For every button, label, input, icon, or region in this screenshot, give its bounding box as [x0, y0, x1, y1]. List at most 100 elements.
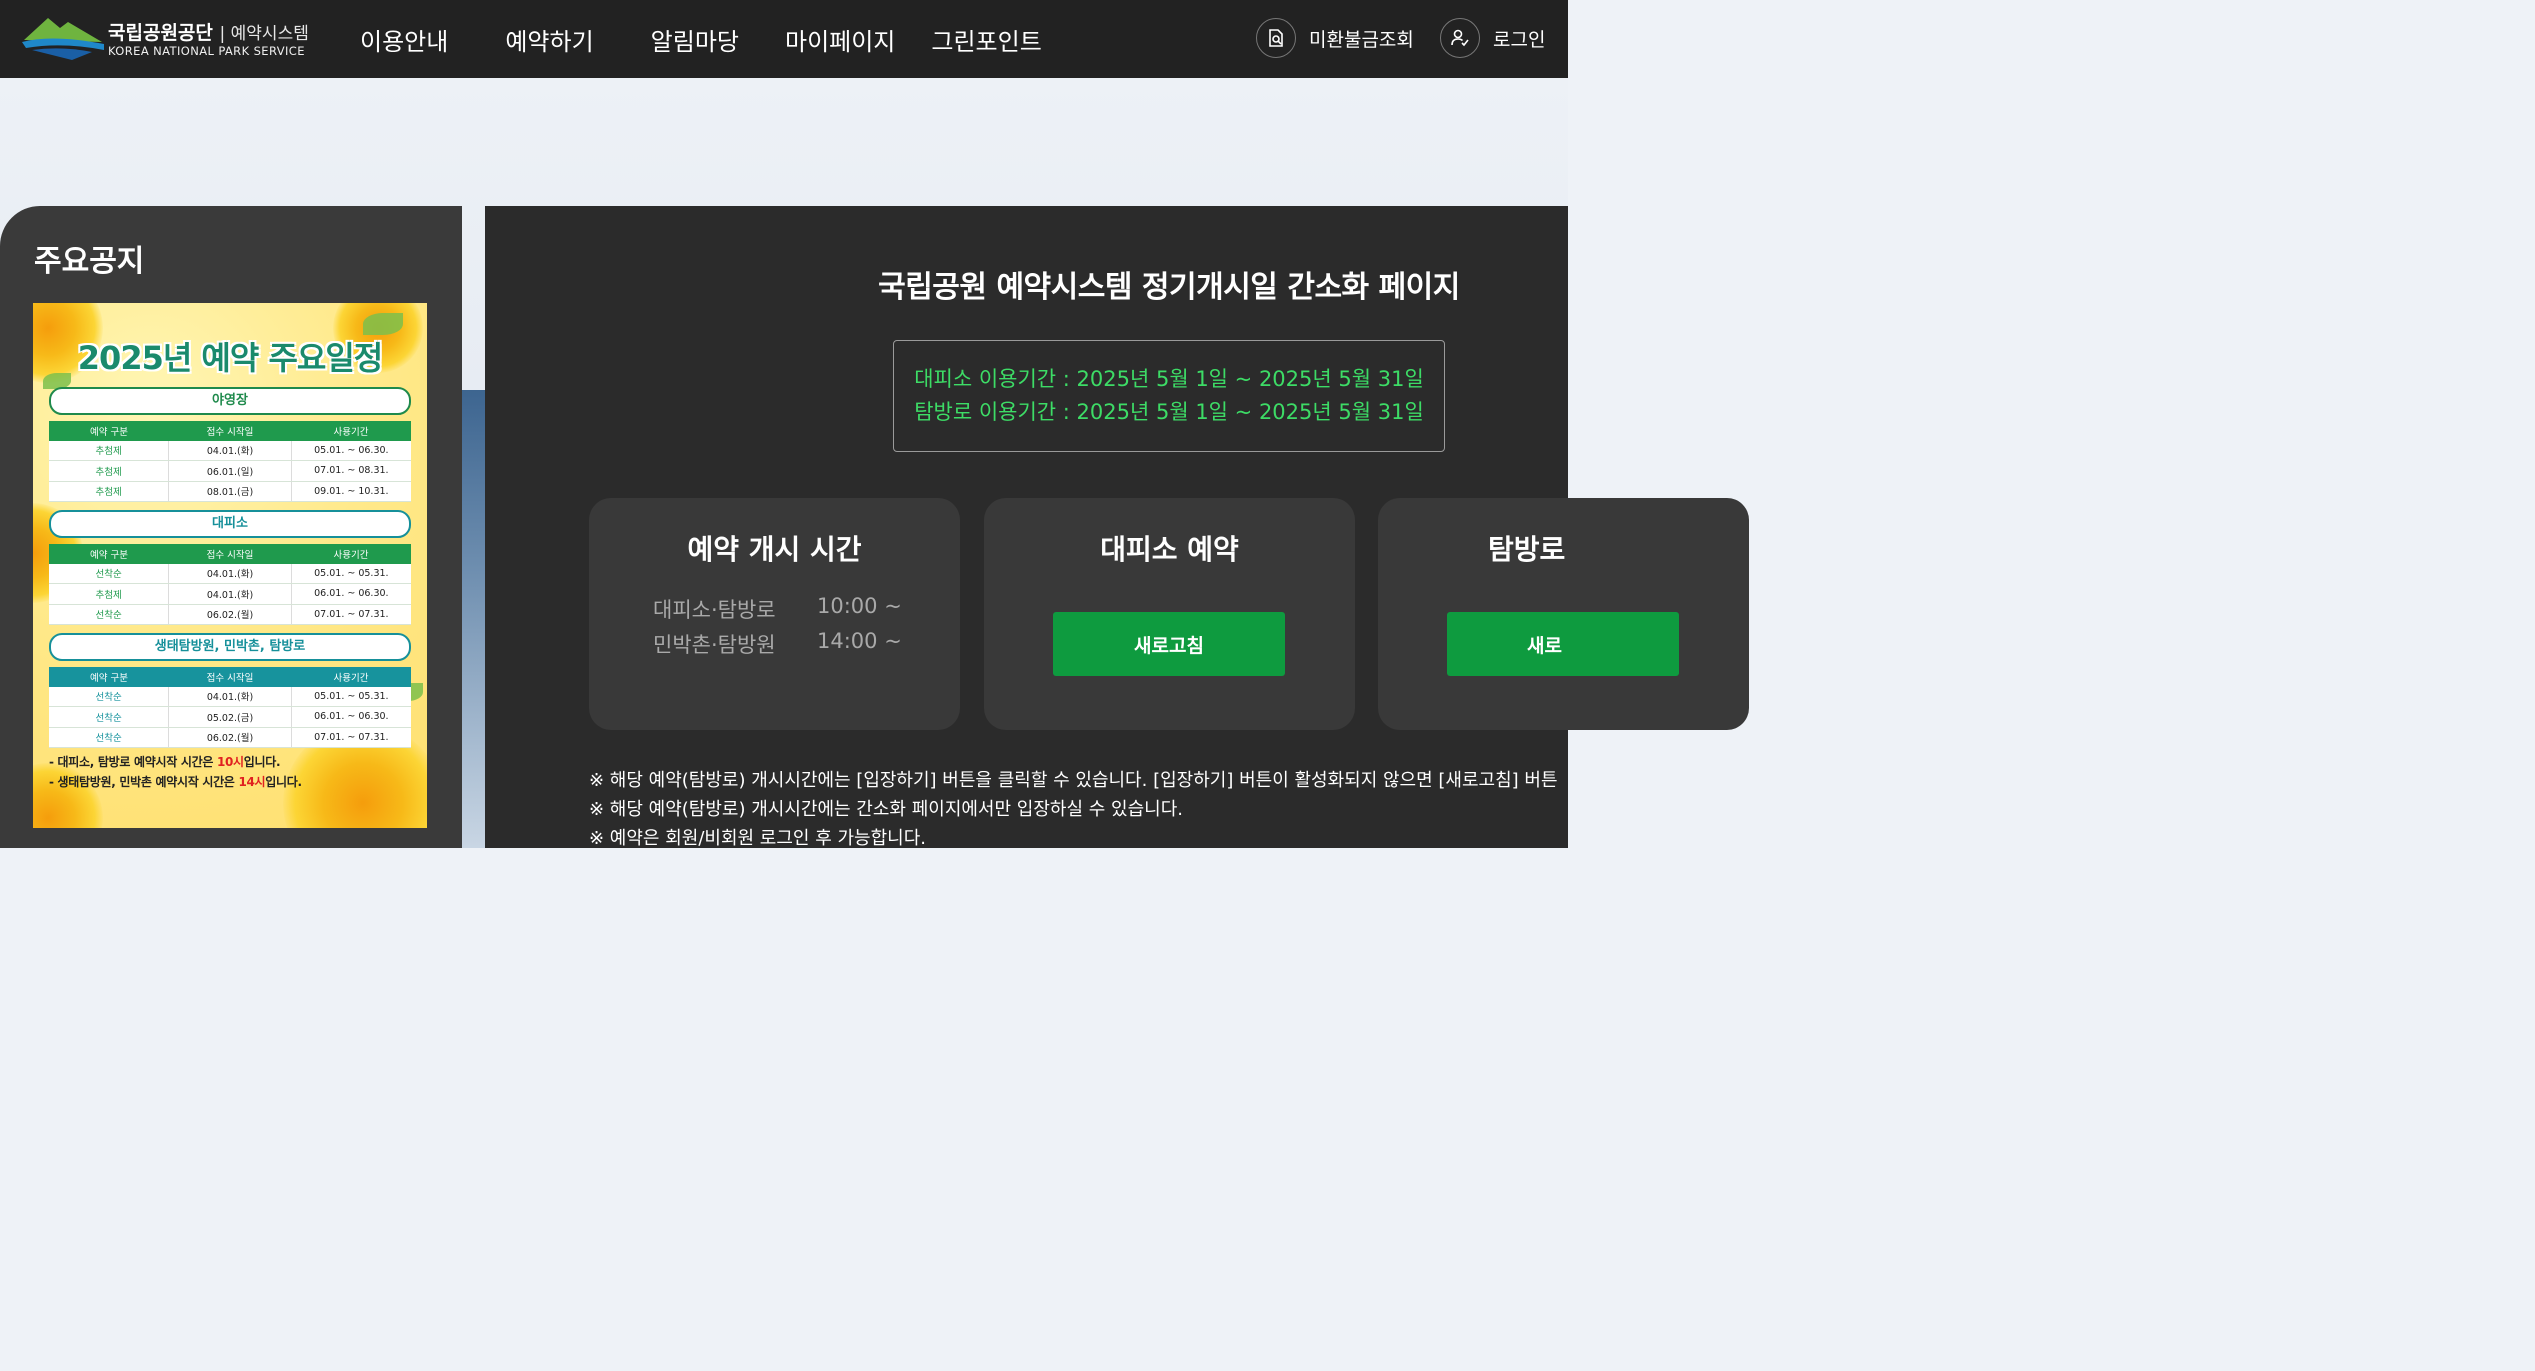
open-time-label: 대피소·탐방로	[653, 598, 776, 622]
header-cell: 접수 시작일	[206, 426, 254, 438]
cell: 06.01. ~ 06.30.	[314, 588, 389, 600]
shelter-period: 대피소 이용기간 : 2025년 5월 1일 ~ 2025년 5월 31일	[914, 367, 1424, 391]
header-cell: 사용기간	[333, 426, 369, 438]
main-nav: 이용안내 예약하기 알림마당 마이페이지 그린포인트	[340, 0, 1042, 78]
section-label: 생태탐방원, 민박촌, 탐방로	[49, 633, 411, 661]
logo[interactable]: 국립공원공단 | 예약시스템 KOREA NATIONAL PARK SERVI…	[22, 12, 322, 64]
open-time-title: 예약 개시 시간	[687, 533, 862, 566]
nav-reservation[interactable]: 예약하기	[505, 22, 593, 57]
notice-panel: 주요공지 2025년 예약 주요일정 야영장 예약 구분 접수 시작일 사용기간…	[0, 206, 462, 848]
header-cell: 접수 시작일	[206, 672, 254, 684]
cell: 06.01.(일)	[168, 461, 292, 481]
trail-reservation-card: 탐방로 새로	[1378, 498, 1749, 730]
note-text: 입니다.	[265, 775, 302, 789]
table-row: 선착순 05.02.(금) 06.01. ~ 06.30.	[49, 707, 411, 728]
cell: 05.02.(금)	[168, 707, 292, 727]
nav-guide[interactable]: 이용안내	[360, 22, 448, 57]
shelter-refresh-button[interactable]: 새로고침	[1053, 612, 1285, 676]
table-header: 예약 구분 접수 시작일 사용기간	[49, 667, 411, 687]
user-check-icon	[1440, 18, 1480, 58]
note-highlight: 10시	[216, 755, 244, 769]
nav-notice-board[interactable]: 알림마당	[651, 22, 739, 57]
cell: 추첨제	[95, 466, 122, 478]
unpaid-refund-lookup-button[interactable]: 미환불금조회	[1256, 16, 1414, 60]
table-row: 추첨제 06.01.(일) 07.01. ~ 08.31.	[49, 461, 411, 482]
trail-period: 탐방로 이용기간 : 2025년 5월 1일 ~ 2025년 5월 31일	[914, 400, 1424, 424]
login-label: 로그인	[1493, 28, 1546, 51]
cell: 09.01. ~ 10.31.	[314, 485, 389, 497]
cell: 04.01.(화)	[168, 563, 292, 583]
logo-title: 국립공원공단	[108, 22, 213, 44]
cell: 추첨제	[95, 487, 122, 499]
cell: 선착순	[95, 712, 122, 724]
trail-reservation-title: 탐방로	[1488, 533, 1566, 566]
page-title: 국립공원 예약시스템 정기개시일 간소화 페이지	[878, 270, 1460, 305]
table-row: 선착순 04.01.(화) 05.01. ~ 05.31.	[49, 686, 411, 707]
nav-greenpoint[interactable]: 그린포인트	[931, 22, 1041, 57]
schedule-table-shelter: 대피소 예약 구분 접수 시작일 사용기간 선착순 04.01.(화) 05.0…	[49, 510, 411, 625]
cell: 추첨제	[95, 446, 122, 458]
header-cell: 사용기간	[333, 672, 369, 684]
notice-title: 주요공지	[34, 244, 145, 279]
logo-subtitle: 예약시스템	[230, 24, 309, 44]
section-label: 야영장	[49, 387, 411, 415]
cell: 선착순	[95, 610, 122, 622]
note-highlight: 14시	[238, 775, 266, 789]
note-line: ※ 예약은 회원/비회원 로그인 후 가능합니다.	[589, 828, 926, 849]
note-line: ※ 해당 예약(탐방로) 개시시간에는 [입장하기] 버튼을 클릭할 수 있습니…	[589, 770, 1558, 791]
cell: 07.01. ~ 08.31.	[314, 465, 389, 477]
cell: 05.01. ~ 06.30.	[314, 444, 389, 456]
cell: 04.01.(화)	[168, 584, 292, 604]
table-row: 추첨제 04.01.(화) 05.01. ~ 06.30.	[49, 440, 411, 461]
mountain-logo-icon	[22, 18, 104, 60]
leaf-decoration	[363, 313, 403, 335]
schedule-table-campground: 야영장 예약 구분 접수 시작일 사용기간 추첨제 04.01.(화) 05.0…	[49, 387, 411, 502]
open-time-label: 민박촌·탐방원	[653, 633, 776, 657]
cell: 06.02.(월)	[168, 727, 292, 747]
table-row: 추첨제 08.01.(금) 09.01. ~ 10.31.	[49, 481, 411, 502]
logo-english: KOREA NATIONAL PARK SERVICE	[108, 44, 305, 58]
notice-notes: ※ 해당 예약(탐방로) 개시시간에는 [입장하기] 버튼을 클릭할 수 있습니…	[589, 766, 1558, 853]
simplified-reservation-panel: 국립공원 예약시스템 정기개시일 간소화 페이지 대피소 이용기간 : 2025…	[485, 206, 1749, 849]
document-search-icon	[1256, 18, 1296, 58]
cell: 05.01. ~ 05.31.	[314, 567, 389, 579]
cell: 선착순	[95, 569, 122, 581]
cell: 04.01.(화)	[168, 440, 292, 460]
login-button[interactable]: 로그인	[1440, 16, 1545, 60]
cell: 07.01. ~ 07.31.	[314, 608, 389, 620]
schedule-poster[interactable]: 2025년 예약 주요일정 야영장 예약 구분 접수 시작일 사용기간 추첨제 …	[33, 303, 427, 828]
cell: 05.01. ~ 05.31.	[314, 690, 389, 702]
table-header: 예약 구분 접수 시작일 사용기간	[49, 421, 411, 441]
shelter-reservation-title: 대피소 예약	[1100, 533, 1239, 566]
open-time-value: 14:00 ~	[817, 629, 902, 653]
table-row: 선착순 06.02.(월) 07.01. ~ 07.31.	[49, 604, 411, 625]
note-line: ※ 해당 예약(탐방로) 개시시간에는 간소화 페이지에서만 입장하실 수 있습…	[589, 799, 1183, 820]
top-header: 국립공원공단 | 예약시스템 KOREA NATIONAL PARK SERVI…	[0, 0, 1568, 78]
poster-note: - 대피소, 탐방로 예약시작 시간은 10시입니다.	[49, 753, 409, 770]
poster-title: 2025년 예약 주요일정	[77, 339, 383, 377]
section-label: 대피소	[49, 510, 411, 538]
cell: 선착순	[95, 692, 122, 704]
table-row: 선착순 06.02.(월) 07.01. ~ 07.31.	[49, 727, 411, 748]
trail-refresh-button[interactable]: 새로	[1447, 612, 1679, 676]
open-time-value: 10:00 ~	[817, 594, 902, 618]
poster-note: - 생태탐방원, 민박촌 예약시작 시간은 14시입니다.	[49, 773, 409, 790]
cell: 선착순	[95, 733, 122, 745]
cell: 04.01.(화)	[168, 686, 292, 706]
schedule-table-eco-trail: 생태탐방원, 민박촌, 탐방로 예약 구분 접수 시작일 사용기간 선착순 04…	[49, 633, 411, 748]
usage-period-box: 대피소 이용기간 : 2025년 5월 1일 ~ 2025년 5월 31일 탐방…	[893, 340, 1445, 452]
note-text: 입니다.	[243, 755, 281, 769]
cell: 06.01. ~ 06.30.	[314, 711, 389, 723]
unpaid-refund-label: 미환불금조회	[1309, 28, 1414, 51]
header-cell: 사용기간	[333, 549, 369, 561]
cell: 추첨제	[95, 589, 122, 601]
header-cell: 예약 구분	[90, 549, 128, 561]
table-row: 선착순 04.01.(화) 05.01. ~ 05.31.	[49, 563, 411, 584]
nav-mypage[interactable]: 마이페이지	[785, 22, 895, 57]
note-text: - 대피소, 탐방로 예약시작 시간은	[49, 755, 217, 769]
cell: 06.02.(월)	[168, 604, 292, 624]
header-cell: 예약 구분	[90, 672, 128, 684]
shelter-reservation-card: 대피소 예약 새로고침	[984, 498, 1355, 730]
cell: 08.01.(금)	[168, 481, 292, 501]
table-header: 예약 구분 접수 시작일 사용기간	[49, 544, 411, 564]
